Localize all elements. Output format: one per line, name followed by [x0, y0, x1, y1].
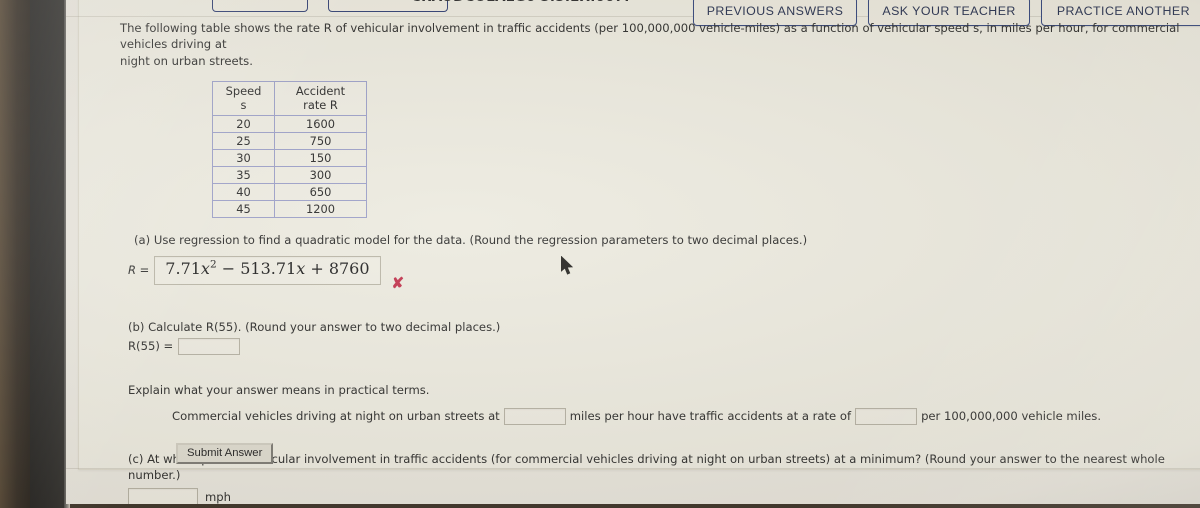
- part-a-r-label: R =: [128, 263, 150, 278]
- explain-prompt: Explain what your answer means in practi…: [128, 383, 430, 398]
- cell-rate: 750: [274, 132, 367, 151]
- part-c-answer-row: mph: [128, 488, 1200, 504]
- incorrect-mark-icon: ✘: [391, 275, 405, 293]
- column-header-speed: Speed s: [212, 81, 275, 117]
- part-b: (b) Calculate R(55). (Round your answer …: [128, 319, 1200, 356]
- table-row: 35 300: [212, 166, 367, 185]
- cell-speed: 20: [212, 115, 275, 134]
- explain-rate-input[interactable]: [855, 407, 918, 425]
- table-row: 25 750: [212, 132, 367, 151]
- table-row: 40 650: [212, 183, 367, 202]
- quadratic-model-expression: 7.71x2 − 513.71x + 8760: [165, 258, 370, 279]
- cell-speed: 30: [212, 149, 275, 168]
- table-row: 20 1600: [212, 115, 367, 134]
- monitor-bezel-inner: [30, 0, 66, 508]
- problem-statement-line-1: The following table shows the rate R of …: [120, 21, 1180, 52]
- column-header-accident-rate: Accident rate R: [274, 81, 367, 117]
- part-a-prompt: (a) Use regression to find a quadratic m…: [134, 233, 808, 248]
- accident-rate-table: Speed s Accident rate R 20 1600 25 750 3…: [212, 81, 367, 219]
- table-row: 45 1200: [212, 200, 367, 219]
- exercise-id-label: CRAUDCOLALG6 5.5.EX.007.: [411, 0, 630, 5]
- part-c: (c) At what speed is vehicular involveme…: [128, 451, 1200, 504]
- explain-text-1: Commercial vehicles driving at night on …: [172, 408, 500, 423]
- part-b-label: R(55) =: [128, 339, 174, 354]
- cell-speed: 45: [212, 200, 275, 219]
- explain-section: Explain what your answer means in practi…: [128, 382, 1200, 425]
- part-c-input[interactable]: [128, 488, 198, 504]
- cut-off-button-left[interactable]: [212, 0, 308, 12]
- question-body: The following table shows the rate R of …: [120, 20, 1200, 504]
- coef-b: 513.71: [240, 259, 297, 279]
- explain-text-2: miles per hour have traffic accidents at…: [569, 408, 852, 423]
- table-body: 20 1600 25 750 30 150 35 300 40 650 45 1…: [212, 115, 367, 219]
- cell-rate: 1200: [274, 200, 367, 219]
- cell-rate: 150: [274, 149, 367, 168]
- part-b-input[interactable]: [178, 338, 241, 356]
- cell-rate: 1600: [274, 115, 367, 134]
- part-a-answer-row: R = 7.71x2 − 513.71x + 8760 ✘: [128, 255, 1200, 292]
- cell-speed: 35: [212, 166, 275, 185]
- explain-sentence: Commercial vehicles driving at night on …: [172, 407, 1200, 425]
- table-header-row: Speed s Accident rate R: [212, 81, 367, 117]
- cell-rate: 300: [274, 166, 367, 185]
- submit-answer-wrapper: Submit Answer: [176, 441, 274, 464]
- table-row: 30 150: [212, 149, 367, 168]
- constant-term: 8760: [328, 259, 370, 279]
- part-b-answer-row: R(55) =: [128, 338, 1200, 356]
- cell-rate: 650: [274, 183, 367, 202]
- problem-statement-line-2: night on urban streets.: [120, 53, 253, 68]
- part-a: (a) Use regression to find a quadratic m…: [120, 232, 1200, 292]
- data-table-wrapper: Speed s Accident rate R 20 1600 25 750 3…: [212, 81, 1200, 219]
- explain-text-3: per 100,000,000 vehicle miles.: [921, 408, 1102, 423]
- coef-a: 7.71: [165, 259, 201, 279]
- part-b-prompt: (b) Calculate R(55). (Round your answer …: [128, 319, 501, 334]
- cell-speed: 25: [212, 132, 275, 151]
- part-c-unit-label: mph: [205, 489, 232, 504]
- part-a-answer-field[interactable]: 7.71x2 − 513.71x + 8760: [154, 255, 381, 285]
- part-c-prompt: (c) At what speed is vehicular involveme…: [128, 451, 1165, 482]
- submit-answer-button[interactable]: Submit Answer: [176, 443, 274, 464]
- screen-photo: CRAUDCOLALG6 5.5.EX.007. PREVIOUS ANSWER…: [0, 0, 1200, 508]
- explain-speed-input[interactable]: [503, 407, 566, 425]
- cell-speed: 40: [212, 183, 275, 202]
- browser-page: CRAUDCOLALG6 5.5.EX.007. PREVIOUS ANSWER…: [66, 0, 1200, 504]
